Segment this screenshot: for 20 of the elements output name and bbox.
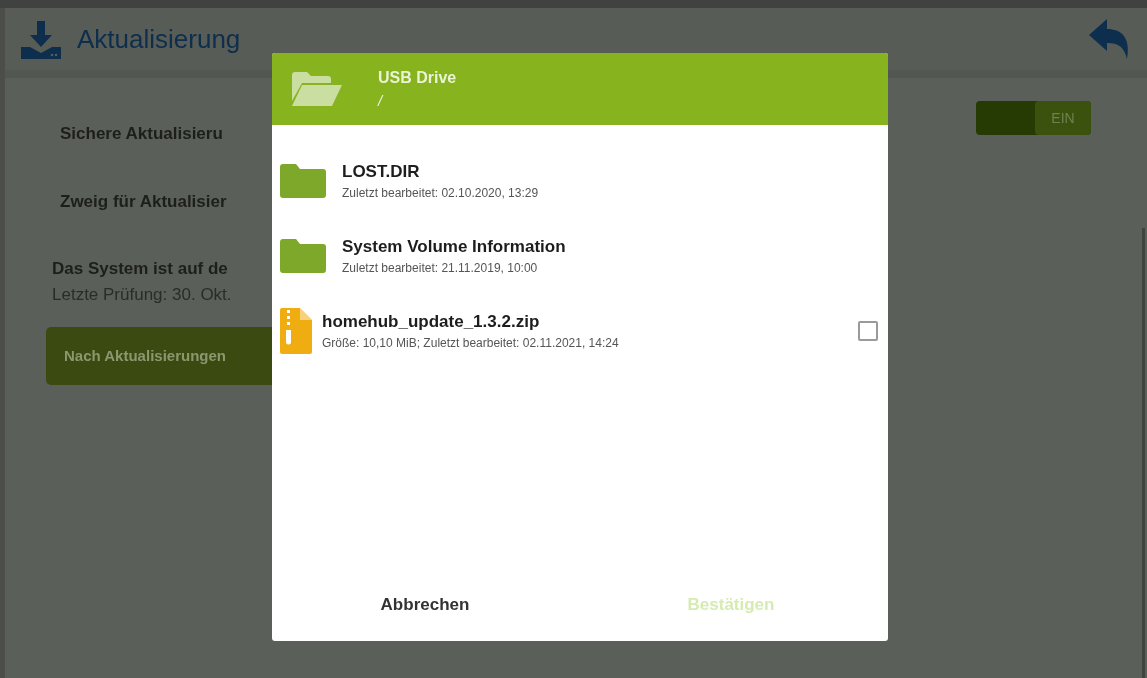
setting-label: Zweig für Aktualisier xyxy=(60,191,227,214)
setting-label: Sichere Aktualisieru xyxy=(60,123,223,146)
file-details: Zuletzt bearbeitet: 02.10.2020, 13:29 xyxy=(342,185,539,203)
folder-path: / xyxy=(378,90,385,111)
file-details: Größe: 10,10 MiB; Zuletzt bearbeitet: 02.11.2021, 14:24 xyxy=(322,335,619,353)
cancel-button[interactable]: Abbrechen xyxy=(272,580,578,630)
checkbox[interactable] xyxy=(858,320,878,341)
folder-icon xyxy=(280,238,326,273)
file-name[interactable]: System Volume Information xyxy=(342,233,566,260)
file-name[interactable]: LOST.DIR xyxy=(342,158,539,185)
folder-icon xyxy=(280,163,326,198)
zip-file-icon xyxy=(280,307,312,354)
dialog-title: USB Drive xyxy=(378,67,457,88)
back-icon[interactable] xyxy=(1087,17,1131,61)
file-details: Zuletzt bearbeitet: 21.11.2019, 10:00 xyxy=(342,260,539,278)
download-icon xyxy=(21,19,61,59)
file-name[interactable]: homehub_update_1.3.2.zip xyxy=(322,308,619,335)
status-text: Das System ist auf de xyxy=(52,258,228,280)
open-folder-icon xyxy=(290,71,342,107)
page-title: Aktualisierung xyxy=(77,22,241,56)
